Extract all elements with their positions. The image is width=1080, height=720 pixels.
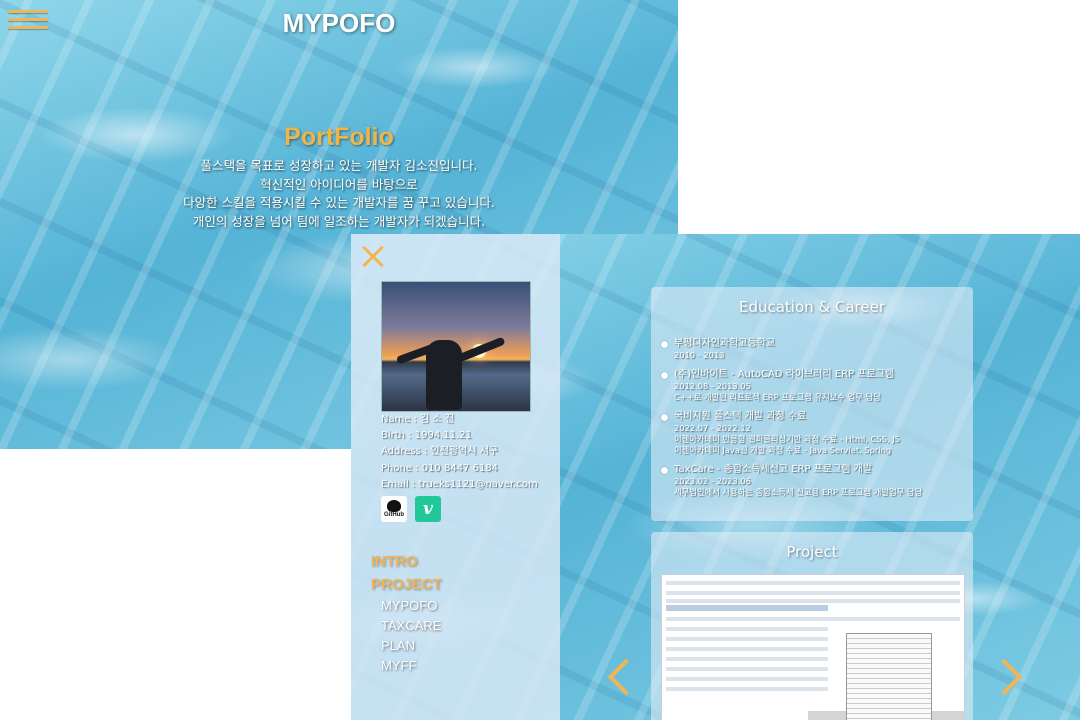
item-detail: 이젠아카데미 반응형 웹퍼블리싱기반 과정 수료 - Html, CSS, JS — [674, 434, 900, 444]
profile-address: Address : 인천광역시 서구 — [381, 446, 499, 458]
screenshot-line — [666, 599, 960, 603]
profile-birth: Birth : 1994.11.21 — [381, 430, 472, 442]
hero-line: 개인의 성장을 넘어 팀에 일조하는 개발자가 되겠습니다. — [192, 213, 486, 229]
list-item: 부평디자인과학고등학교 2010 - 2013 — [661, 337, 967, 361]
item-detail: 2022.07 - 2022.12 — [674, 423, 751, 433]
hero-line: 다양한 스킬을 적용시킬 수 있는 개발자를 꿈 꾸고 있습니다. — [183, 195, 495, 210]
screenshot-line — [666, 605, 828, 611]
hero-line: 풀스택을 목표로 성장하고 있는 개발자 김소진입니다. — [200, 158, 478, 173]
screenshot-line — [666, 657, 828, 661]
education-card-title: Education & Career — [738, 298, 886, 316]
nav-project-plan[interactable]: PLAN — [371, 636, 442, 656]
screenshot-line — [666, 667, 828, 671]
chevron-right-icon[interactable] — [985, 658, 1023, 696]
education-career-card: Education & Career 부평디자인과학고등학교 2010 - 20… — [651, 287, 973, 521]
github-label: GitHub — [384, 511, 404, 518]
item-detail: 2023.02 - 2023.06 — [674, 476, 751, 486]
education-list: 부평디자인과학고등학교 2010 - 2013 (주)인바이트 - AutoCA… — [661, 337, 967, 505]
github-logo-mark — [387, 499, 401, 512]
nav-intro[interactable]: INTRO — [371, 550, 442, 573]
brand-title[interactable]: MYPOFO — [0, 8, 678, 39]
item-detail: 2012.08 - 2013.05 — [674, 381, 751, 391]
person-silhouette-graphic — [426, 340, 462, 410]
item-name: 부평디자인과학고등학교 — [674, 338, 776, 349]
profile-info: Name : 김 소 진 Birth : 1994.11.21 Address … — [381, 412, 538, 493]
project-card-title: Project — [786, 543, 838, 561]
screenshot-line — [666, 627, 828, 631]
item-name: 국비지원 풀스택 개발 과정 수료 — [674, 411, 807, 422]
sidebar-nav: INTRO PROJECT MYPOFO TAXCARE PLAN MYFF — [371, 550, 442, 676]
screenshot-line — [666, 647, 828, 651]
item-detail: 세무법인에서 사용하는 종합소득세 신고용 ERP 프로그램 개발업무 담당 — [674, 487, 923, 497]
screenshot-line — [666, 591, 960, 595]
social-links: GitHub v — [381, 496, 441, 522]
github-icon[interactable]: GitHub — [381, 496, 407, 522]
hero-line: 혁신적인 아이디어를 바탕으로 — [260, 176, 418, 192]
item-detail: 2010 - 2013 — [674, 350, 725, 360]
item-name: TaxCare - 종합소득세신고 ERP 프로그램 개발 — [674, 464, 873, 475]
chevron-left-icon[interactable] — [607, 658, 645, 696]
screenshot-line — [666, 637, 828, 641]
close-icon[interactable] — [361, 244, 385, 268]
sidebar: Name : 김 소 진 Birth : 1994.11.21 Address … — [351, 234, 560, 720]
portfolio-window: Name : 김 소 진 Birth : 1994.11.21 Address … — [351, 234, 1080, 720]
profile-name: Name : 김 소 진 — [381, 414, 455, 425]
screenshot-line — [666, 581, 960, 585]
list-item: TaxCare - 종합소득세신고 ERP 프로그램 개발 2023.02 - … — [661, 463, 967, 498]
screenshot-line — [666, 687, 828, 691]
person-arm-graphic — [454, 336, 506, 364]
nav-project-mypofo[interactable]: MYPOFO — [371, 596, 442, 616]
item-name: (주)인바이트 - AutoCAD 라이브러리 ERP 프로그램 — [674, 369, 895, 380]
list-item: (주)인바이트 - AutoCAD 라이브러리 ERP 프로그램 2012.08… — [661, 368, 967, 403]
item-detail: 이젠아카데미 Java웹 개발 과정 수료 - Java Servlet, Sp… — [674, 445, 892, 455]
nav-project[interactable]: PROJECT — [371, 573, 442, 596]
project-screenshot[interactable] — [661, 574, 965, 720]
screenshot-line — [666, 617, 960, 621]
item-detail: C++로 개발된 리프로젝 ERP 프로그램 유지보수 업무 담당 — [674, 392, 881, 402]
hero-intro: 풀스택을 목표로 성장하고 있는 개발자 김소진입니다. 혁신적인 아이디어를 … — [0, 157, 678, 231]
profile-email: Email : trueks1121@naver.com — [381, 478, 538, 490]
list-item: 국비지원 풀스택 개발 과정 수료 2022.07 - 2022.12 이젠아카… — [661, 410, 967, 456]
screenshot-line — [666, 677, 828, 681]
project-card: Project — [651, 532, 973, 720]
nav-project-taxcare[interactable]: TAXCARE — [371, 616, 442, 636]
velog-icon[interactable]: v — [415, 496, 441, 522]
hero-title: PortFolio — [284, 123, 394, 151]
nav-project-myff[interactable]: MYFF — [371, 656, 442, 676]
profile-phone: Phone : 010 8447 6184 — [381, 462, 499, 474]
profile-photo — [381, 281, 531, 412]
screenshot-document — [846, 633, 932, 720]
